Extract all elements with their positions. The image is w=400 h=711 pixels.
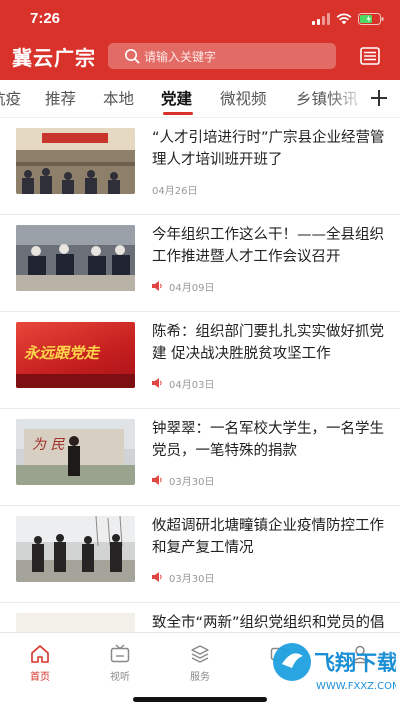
news-title: 钟翠翠：一名军校大学生，一名学生党员，一笔特殊的捐款	[152, 421, 384, 459]
app-header: 7:26 冀云广宗 请输入关键字	[0, 0, 400, 80]
site-watermark: 飞翔下载 WWW.FXXZ.COM	[270, 634, 400, 698]
news-date: 04月03日	[169, 379, 215, 391]
news-date: 04月26日	[152, 185, 198, 197]
tab-recommend[interactable]: 推荐	[45, 87, 76, 109]
speaker-icon	[152, 475, 162, 485]
news-feed: “人才引培进行时”广宗县企业经营管理人才培训班开班了 04月26日 今年组织工作…	[0, 118, 400, 632]
thumbnail-text: 永远跟党走	[24, 344, 100, 362]
news-thumbnail	[16, 128, 135, 194]
news-title: 陈希：组织部门要扎扎实实做好抓党建 促决战决胜脱贫攻坚工作	[152, 324, 384, 362]
top-bar: 冀云广宗 请输入关键字	[0, 38, 400, 76]
news-title: “人才引培进行时”广宗县企业经营管理人才培训班开班了	[152, 130, 385, 168]
active-tab-indicator	[163, 112, 193, 115]
nav-audiovisual[interactable]: 视听	[90, 643, 150, 683]
news-meta: 04月03日	[152, 376, 215, 391]
news-item[interactable]: “人才引培进行时”广宗县企业经营管理人才培训班开班了 04月26日	[0, 118, 400, 215]
status-icons	[312, 12, 384, 26]
watermark-text: 飞翔下载	[314, 651, 396, 675]
tv-icon	[110, 644, 130, 663]
status-bar: 7:26	[0, 0, 400, 36]
speaker-icon	[152, 281, 162, 291]
news-title: 今年组织工作这么干！——全县组织工作推进暨人才工作会议召开	[152, 227, 384, 265]
news-thumbnail: 为 民	[16, 419, 135, 485]
news-item[interactable]: 攸超调研北塘疃镇企业疫情防控工作和复产复工情况 03月30日	[0, 506, 400, 603]
news-meta: 04月26日	[152, 182, 198, 197]
news-thumbnail: 永远跟党走	[16, 322, 135, 388]
watermark-url: WWW.FXXZ.COM	[316, 681, 396, 692]
search-icon	[125, 49, 140, 64]
news-meta: 03月30日	[152, 570, 215, 585]
tab-micro-video[interactable]: 微视频	[220, 87, 267, 109]
speaker-icon	[152, 378, 162, 388]
signal-icon	[312, 13, 330, 25]
service-icon	[191, 645, 209, 663]
wifi-icon	[336, 13, 352, 25]
add-channel-icon[interactable]	[368, 87, 390, 109]
news-title: 致全市“两新”组织党组织和党员的倡议书	[152, 615, 385, 631]
news-item[interactable]: 致全市“两新”组织党组织和党员的倡议书	[0, 603, 400, 632]
news-title: 攸超调研北塘疃镇企业疫情防控工作和复产复工情况	[152, 518, 384, 556]
channel-tabs: 抗疫 推荐 本地 党建 微视频 乡镇快讯	[0, 80, 400, 118]
news-thumbnail	[16, 516, 135, 582]
speaker-icon	[152, 572, 162, 582]
nav-home[interactable]: 首页	[10, 643, 70, 683]
nav-home-label: 首页	[30, 672, 50, 683]
nav-audiovisual-label: 视听	[110, 672, 130, 683]
tab-kangyi[interactable]: 抗疫	[0, 87, 21, 109]
nav-service-label: 服务	[190, 672, 210, 683]
news-meta: 04月09日	[152, 279, 215, 294]
news-item[interactable]: 今年组织工作这么干！——全县组织工作推进暨人才工作会议召开 04月09日	[0, 215, 400, 312]
home-indicator	[133, 697, 267, 702]
svg-text:为 民: 为 民	[32, 437, 65, 453]
app-logo: 冀云广宗	[12, 46, 96, 70]
home-icon	[31, 645, 49, 663]
news-thumbnail	[16, 225, 135, 291]
status-time: 7:26	[30, 10, 61, 27]
news-date: 04月09日	[169, 282, 215, 294]
tab-local[interactable]: 本地	[103, 87, 134, 109]
news-thumbnail	[16, 613, 135, 632]
search-box[interactable]: 请输入关键字	[108, 43, 336, 69]
tab-party-building[interactable]: 党建	[161, 87, 192, 109]
news-item[interactable]: 为 民 钟翠翠：一名军校大学生，一名学生党员，一笔特殊的捐款 03月30日	[0, 409, 400, 506]
nav-service[interactable]: 服务	[170, 643, 230, 683]
search-placeholder: 请输入关键字	[144, 49, 217, 64]
news-date: 03月30日	[169, 573, 215, 585]
newspaper-menu-icon[interactable]	[360, 47, 380, 65]
news-date: 03月30日	[169, 476, 215, 488]
battery-icon	[358, 13, 384, 25]
news-meta: 03月30日	[152, 473, 215, 488]
news-item[interactable]: 永远跟党走 陈希：组织部门要扎扎实实做好抓党建 促决战决胜脱贫攻坚工作 04月0…	[0, 312, 400, 409]
